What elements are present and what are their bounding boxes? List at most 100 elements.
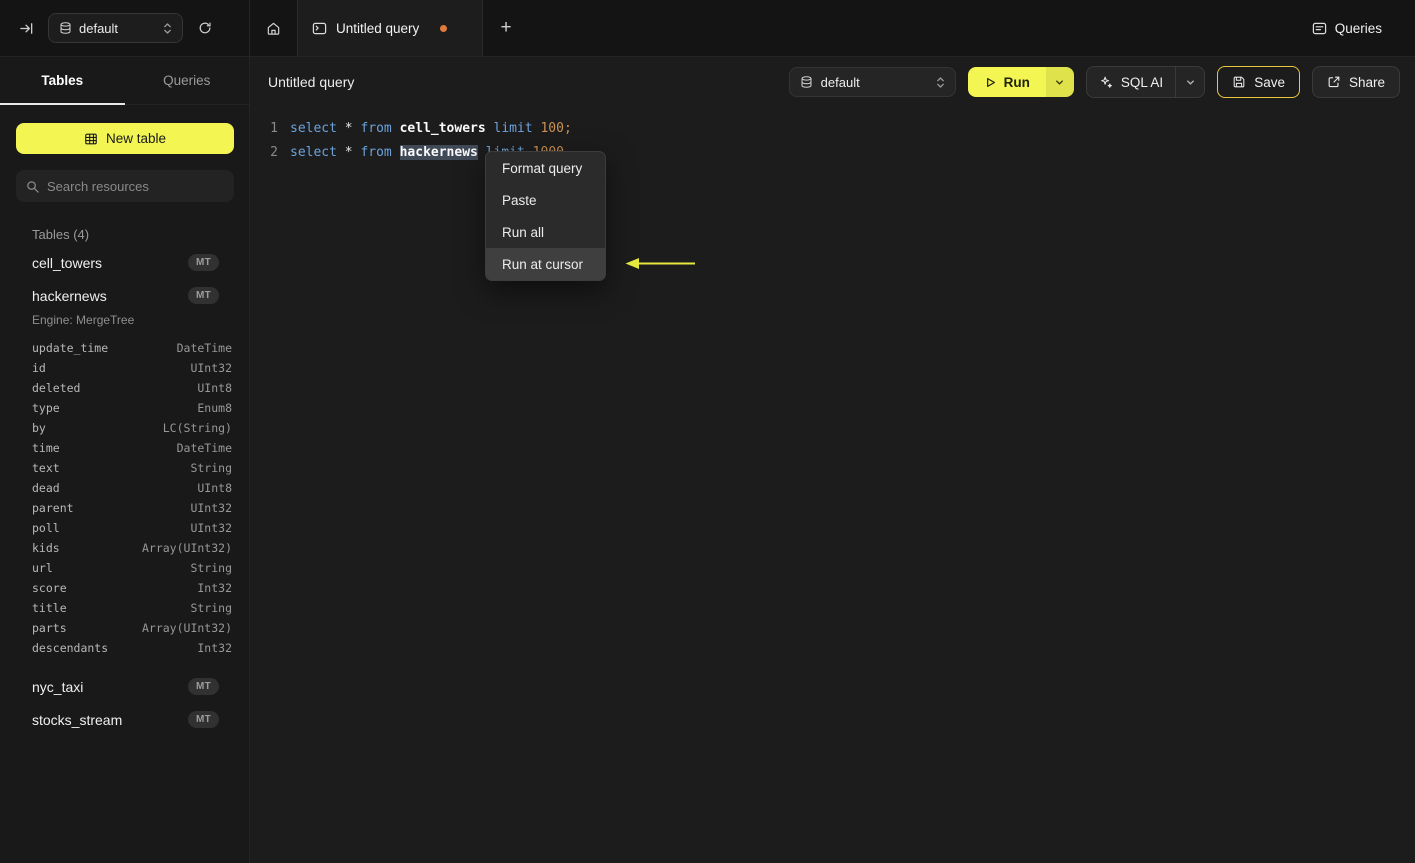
- query-window-icon: [312, 21, 327, 36]
- column-type: Array(UInt32): [141, 541, 232, 555]
- menu-item-run-at-cursor[interactable]: Run at cursor: [486, 248, 605, 280]
- run-button[interactable]: Run: [967, 67, 1046, 97]
- table-grid-icon: [84, 132, 98, 146]
- line-number: 2: [270, 144, 278, 160]
- new-table-button[interactable]: New table: [16, 123, 234, 154]
- token: *: [344, 120, 353, 136]
- table-row-hackernews[interactable]: hackernews MT: [0, 279, 249, 312]
- column-type: LC(String): [162, 421, 232, 435]
- database-icon: [800, 75, 813, 89]
- database-icon: [59, 21, 72, 35]
- main-panel: Untitled query default Run SQL AI Save S…: [250, 57, 1415, 863]
- sidebar-tab-tables[interactable]: Tables: [0, 57, 125, 105]
- column-type: String: [190, 601, 232, 615]
- new-tab-button[interactable]: +: [483, 0, 529, 56]
- search-input[interactable]: [47, 178, 224, 194]
- token: from: [360, 120, 392, 136]
- queries-button[interactable]: Queries: [1312, 21, 1382, 36]
- save-button-label: Save: [1254, 74, 1285, 90]
- column-row: score Int32: [32, 578, 232, 598]
- queries-icon: [1312, 21, 1327, 36]
- toolbar-database-select[interactable]: default: [788, 67, 956, 97]
- column-type: Array(UInt32): [141, 621, 232, 635]
- column-name: id: [32, 361, 46, 375]
- updown-chevron-icon: [936, 76, 945, 89]
- context-menu: Format query Paste Run all Run at cursor: [485, 151, 606, 281]
- code-line[interactable]: 1 select * from cell_towers limit 100;: [268, 116, 1415, 140]
- token: from: [360, 144, 392, 160]
- query-toolbar: default Run SQL AI Save Share: [788, 66, 1400, 98]
- token: select: [290, 120, 337, 136]
- home-icon: [266, 21, 281, 36]
- table-name: nyc_taxi: [32, 678, 84, 695]
- column-row: poll UInt32: [32, 518, 232, 538]
- engine-badge: MT: [187, 254, 219, 271]
- tab-untitled-query[interactable]: Untitled query: [297, 0, 483, 56]
- share-external-icon: [1327, 75, 1341, 89]
- tables-list: cell_towers MT hackernews MT Engine: MergeTr…: [0, 246, 249, 736]
- play-icon: [984, 76, 997, 89]
- menu-item-format-query[interactable]: Format query: [486, 152, 605, 184]
- topbar: default Untitled query + Queries: [0, 0, 1415, 57]
- column-type: DateTime: [176, 441, 232, 455]
- menu-item-paste[interactable]: Paste: [486, 184, 605, 216]
- engine-badge: MT: [187, 678, 219, 695]
- chevron-down-icon: [1185, 77, 1196, 88]
- sql-ai-options-button[interactable]: [1176, 67, 1204, 97]
- column-name: parent: [32, 501, 74, 515]
- sidebar-tab-queries[interactable]: Queries: [125, 57, 250, 104]
- share-button[interactable]: Share: [1311, 66, 1400, 98]
- column-row: parts Array(UInt32): [32, 618, 232, 638]
- table-row-stocks-stream[interactable]: stocks_stream MT: [0, 703, 249, 736]
- column-name: kids: [32, 541, 60, 555]
- column-row: deleted UInt8: [32, 378, 232, 398]
- search-icon: [26, 180, 39, 193]
- refresh-button[interactable]: [191, 14, 219, 42]
- column-name: time: [32, 441, 60, 455]
- save-floppy-icon: [1232, 75, 1246, 89]
- sql-editor[interactable]: 1 select * from cell_towers limit 100; 2 se…: [250, 107, 1415, 164]
- column-row: update_time DateTime: [32, 338, 232, 358]
- table-row-nyc-taxi[interactable]: nyc_taxi MT: [0, 670, 249, 703]
- table-name: cell_towers: [32, 254, 103, 271]
- collapse-sidebar-icon: [19, 21, 34, 36]
- menu-item-run-all[interactable]: Run all: [486, 216, 605, 248]
- sidebar: Tables Queries New table Tables (4) cell…: [0, 57, 250, 863]
- code-line[interactable]: 2select * from hackernews limit 1000: [268, 140, 1415, 164]
- column-row: dead UInt8: [32, 478, 232, 498]
- engine-label: Engine: MergeTree: [32, 313, 135, 327]
- run-button-label: Run: [1003, 74, 1030, 90]
- sql-ai-button[interactable]: SQL AI: [1087, 67, 1177, 97]
- unsaved-changes-dot: [440, 24, 448, 32]
- home-tab-button[interactable]: [250, 0, 297, 56]
- save-button[interactable]: Save: [1217, 66, 1300, 98]
- sql-ai-label: SQL AI: [1120, 74, 1164, 90]
- chevron-down-icon: [1054, 77, 1065, 88]
- column-name: url: [32, 561, 53, 575]
- column-name: descendants: [32, 641, 109, 655]
- run-options-button[interactable]: [1045, 67, 1074, 97]
- column-row: time DateTime: [32, 438, 232, 458]
- collapse-sidebar-button[interactable]: [12, 14, 40, 42]
- database-select-value: default: [79, 20, 119, 36]
- tab-label: Untitled query: [336, 20, 420, 36]
- column-name: score: [32, 581, 67, 595]
- table-row-cell-towers[interactable]: cell_towers MT: [0, 246, 249, 279]
- column-name: dead: [32, 481, 60, 495]
- column-row: title String: [32, 598, 232, 618]
- column-type: UInt8: [197, 381, 232, 395]
- column-row: parent UInt32: [32, 498, 232, 518]
- token: hackernews: [399, 144, 478, 160]
- tab-strip: Untitled query +: [250, 0, 1312, 56]
- tables-section-label: Tables (4): [32, 227, 90, 242]
- topbar-database-select[interactable]: default: [48, 13, 183, 43]
- column-type: Int32: [197, 581, 232, 595]
- column-type: DateTime: [176, 341, 232, 355]
- column-row: type Enum8: [32, 398, 232, 418]
- run-button-group: Run: [967, 67, 1074, 97]
